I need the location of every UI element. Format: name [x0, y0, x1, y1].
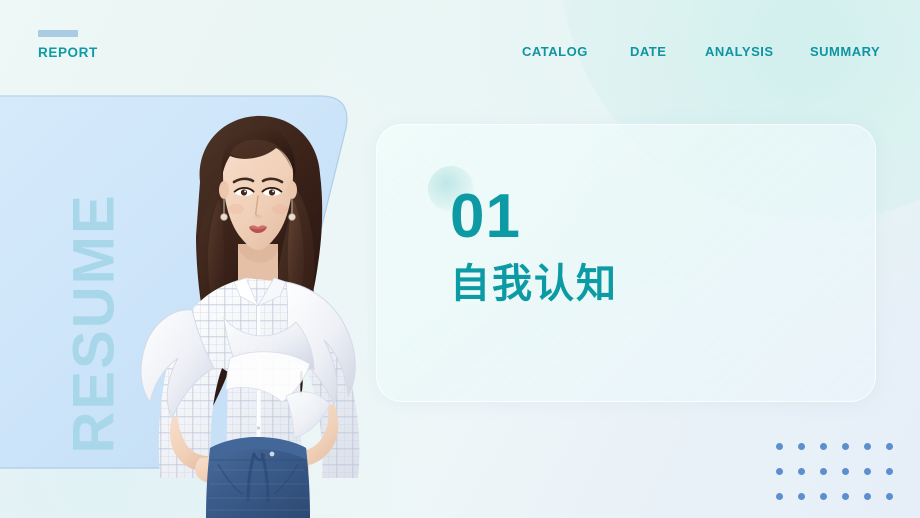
nav-item-catalog[interactable]: CATALOG: [522, 44, 602, 60]
dot: [842, 443, 849, 450]
dot: [776, 443, 783, 450]
brand-label: REPORT: [38, 45, 98, 60]
dot: [864, 443, 871, 450]
portrait-photo: [96, 96, 406, 518]
dot: [820, 493, 827, 500]
dot-grid-row: [776, 443, 908, 468]
nav-item-date[interactable]: DATE: [630, 44, 690, 60]
dot: [798, 443, 805, 450]
accent-bar-icon: [38, 30, 78, 37]
section-number: 01: [450, 182, 521, 251]
dot-grid-row: [776, 468, 908, 493]
dot: [820, 443, 827, 450]
dot: [776, 493, 783, 500]
dot: [776, 468, 783, 475]
dot: [820, 468, 827, 475]
dot: [842, 468, 849, 475]
slide-header: REPORT CATALOG DATE ANALYSIS SUMMARY: [0, 0, 920, 88]
dot: [798, 468, 805, 475]
main-nav: CATALOG DATE ANALYSIS SUMMARY: [505, 44, 905, 88]
dot: [864, 468, 871, 475]
nav-item-analysis[interactable]: ANALYSIS: [705, 44, 790, 60]
slide-canvas: REPORT CATALOG DATE ANALYSIS SUMMARY RES…: [0, 0, 920, 518]
dot: [864, 493, 871, 500]
dot: [798, 493, 805, 500]
dot: [886, 468, 893, 475]
dot: [886, 443, 893, 450]
dot-grid-decoration: [776, 443, 908, 518]
dot: [886, 493, 893, 500]
dot: [842, 493, 849, 500]
dot-grid-row: [776, 493, 908, 518]
section-title: 自我认知: [450, 261, 618, 307]
nav-item-summary[interactable]: SUMMARY: [810, 44, 888, 60]
brand-block: REPORT: [38, 30, 98, 60]
